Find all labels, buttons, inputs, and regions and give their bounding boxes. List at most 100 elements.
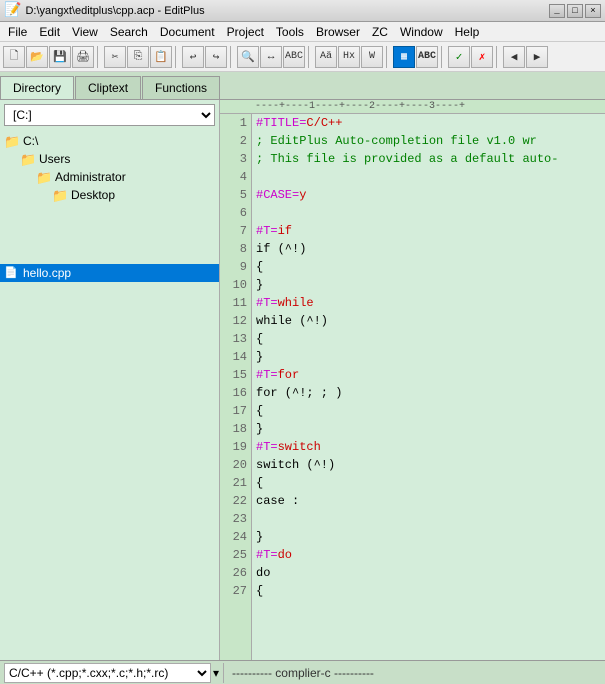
tb-replace[interactable]: ↔	[260, 46, 282, 68]
folder-icon: 📁	[4, 134, 20, 148]
code-line-23	[256, 510, 601, 528]
tb-next[interactable]: ▶	[526, 46, 548, 68]
line-number-1: 1	[224, 114, 247, 132]
tb-undo[interactable]: ↩	[182, 46, 204, 68]
code-line-2: ; EditPlus Auto-completion file v1.0 wr	[256, 132, 601, 150]
titlebar-text: D:\yangxt\editplus\cpp.acp - EditPlus	[25, 5, 549, 17]
code-line-17: {	[256, 402, 601, 420]
menu-file[interactable]: File	[2, 23, 33, 41]
file-type-select[interactable]: C/C++ (*.cpp;*.cxx;*.c;*.h;*.rc)	[4, 663, 211, 683]
tb-print[interactable]: 🖨	[72, 46, 94, 68]
code-line-21: {	[256, 474, 601, 492]
menu-help[interactable]: Help	[449, 23, 486, 41]
line-number-17: 17	[224, 402, 247, 420]
tab-cliptext[interactable]: Cliptext	[75, 76, 141, 99]
tree-label-admin: Administrator	[55, 170, 126, 184]
line-number-18: 18	[224, 420, 247, 438]
tb-hex[interactable]: Hx	[338, 46, 360, 68]
folder-icon-users: 📁	[20, 152, 36, 166]
menu-browser[interactable]: Browser	[310, 23, 366, 41]
tb-font[interactable]: Aä	[315, 46, 337, 68]
line-number-24: 24	[224, 528, 247, 546]
minimize-button[interactable]: _	[549, 4, 565, 18]
tb-prev[interactable]: ◀	[503, 46, 525, 68]
code-line-4	[256, 168, 601, 186]
menu-edit[interactable]: Edit	[33, 23, 66, 41]
tb-save[interactable]: 💾	[49, 46, 71, 68]
tb-redo[interactable]: ↪	[205, 46, 227, 68]
tree-item-users[interactable]: 📁 Users	[0, 150, 219, 168]
code-line-25: #T=do	[256, 546, 601, 564]
code-line-7: #T=if	[256, 222, 601, 240]
menu-tools[interactable]: Tools	[270, 23, 310, 41]
code-line-24: }	[256, 528, 601, 546]
folder-icon-desktop: 📁	[52, 188, 68, 202]
tb-sep4	[308, 46, 312, 68]
code-container[interactable]: 1234567891011121314151617181920212223242…	[220, 114, 605, 660]
menu-search[interactable]: Search	[104, 23, 154, 41]
code-line-13: {	[256, 330, 601, 348]
line-number-13: 13	[224, 330, 247, 348]
code-line-26: do	[256, 564, 601, 582]
line-number-23: 23	[224, 510, 247, 528]
line-number-11: 11	[224, 294, 247, 312]
tb-autocomp[interactable]: ABC	[416, 46, 438, 68]
line-number-26: 26	[224, 564, 247, 582]
line-number-10: 10	[224, 276, 247, 294]
line-number-15: 15	[224, 366, 247, 384]
tb-find[interactable]: 🔍	[237, 46, 259, 68]
tb-sep2	[175, 46, 179, 68]
line-number-25: 25	[224, 546, 247, 564]
tb-new[interactable]: 🗋	[3, 46, 25, 68]
code-content[interactable]: #TITLE=C/C++; EditPlus Auto-completion f…	[252, 114, 605, 660]
tab-directory[interactable]: Directory	[0, 76, 74, 99]
tb-cliptext[interactable]: ▦	[393, 46, 415, 68]
code-line-18: }	[256, 420, 601, 438]
drive-select[interactable]: [C:]	[4, 104, 215, 126]
tree-label-hellocpp: hello.cpp	[23, 266, 71, 280]
code-line-15: #T=for	[256, 366, 601, 384]
line-number-8: 8	[224, 240, 247, 258]
code-line-16: for (^!; ; )	[256, 384, 601, 402]
code-line-1: #TITLE=C/C++	[256, 114, 601, 132]
tb-cancel[interactable]: ✗	[471, 46, 493, 68]
tb-copy[interactable]: ⎘	[127, 46, 149, 68]
line-number-4: 4	[224, 168, 247, 186]
tree-item-c[interactable]: 📁 C:\	[0, 132, 219, 150]
tree-item-hellocpp[interactable]: 📄 hello.cpp	[0, 264, 219, 282]
code-line-22: case :	[256, 492, 601, 510]
tb-cut[interactable]: ✂	[104, 46, 126, 68]
tree-item-administrator[interactable]: 📁 Administrator	[0, 168, 219, 186]
code-line-27: {	[256, 582, 601, 600]
menu-document[interactable]: Document	[154, 23, 221, 41]
tb-spellcheck[interactable]: ABC	[283, 46, 305, 68]
tb-paste[interactable]: 📋	[150, 46, 172, 68]
folder-icon-admin: 📁	[36, 170, 52, 184]
menu-window[interactable]: Window	[394, 23, 449, 41]
code-line-20: switch (^!)	[256, 456, 601, 474]
sidebar: [C:] 📁 C:\ 📁 Users 📁 Administrator 📁 Des…	[0, 100, 220, 660]
line-number-19: 19	[224, 438, 247, 456]
line-numbers: 1234567891011121314151617181920212223242…	[220, 114, 252, 660]
code-line-12: while (^!)	[256, 312, 601, 330]
menu-project[interactable]: Project	[221, 23, 270, 41]
maximize-button[interactable]: □	[567, 4, 583, 18]
tb-sep6	[441, 46, 445, 68]
tree-label-users: Users	[39, 152, 70, 166]
tb-check[interactable]: ✓	[448, 46, 470, 68]
code-line-19: #T=switch	[256, 438, 601, 456]
titlebar: 📝 D:\yangxt\editplus\cpp.acp - EditPlus …	[0, 0, 605, 22]
close-button[interactable]: ×	[585, 4, 601, 18]
tab-functions[interactable]: Functions	[142, 76, 220, 99]
line-number-27: 27	[224, 582, 247, 600]
tb-open[interactable]: 📂	[26, 46, 48, 68]
menu-view[interactable]: View	[66, 23, 104, 41]
code-line-3: ; This file is provided as a default aut…	[256, 150, 601, 168]
main-layout: [C:] 📁 C:\ 📁 Users 📁 Administrator 📁 Des…	[0, 100, 605, 660]
tb-sep7	[496, 46, 500, 68]
code-line-11: #T=while	[256, 294, 601, 312]
line-number-22: 22	[224, 492, 247, 510]
tb-word[interactable]: W	[361, 46, 383, 68]
menu-zc[interactable]: ZC	[366, 23, 394, 41]
tree-item-desktop[interactable]: 📁 Desktop	[0, 186, 219, 204]
